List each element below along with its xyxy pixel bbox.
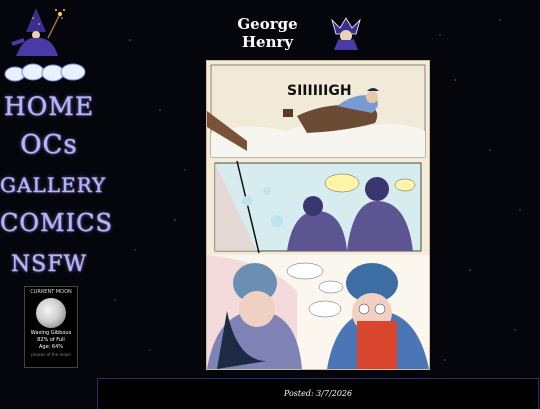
moon-icon [36, 298, 66, 328]
page-title: George Henry [237, 15, 298, 51]
moon-widget-footer: phases of the moon [31, 352, 71, 357]
comic-artwork: SIIIIIIGH [207, 61, 429, 369]
moon-age-label: Age: 64% [38, 344, 64, 350]
moon-percent-label: 82% of Full [37, 337, 65, 343]
nav-comics-link[interactable]: COMICS [0, 209, 112, 237]
moon-phase-widget[interactable]: CURRENT MOON Waxing Gibbous 82% of Full … [24, 286, 78, 368]
nav-nsfw-link[interactable]: NSFW [0, 252, 98, 277]
comic-page-image[interactable]: SIIIIIIGH [206, 60, 430, 370]
cloud-logo-icon [4, 63, 86, 82]
nav-home-link[interactable]: HOME [0, 92, 98, 121]
post-footer-bar: Posted: 3/7/2026 [97, 378, 539, 409]
post-date: Posted: 3/7/2026 [283, 389, 353, 398]
comic-sfx-text: SIIIIIIGH [287, 83, 352, 99]
moon-widget-title: CURRENT MOON [30, 289, 72, 295]
nav-ocs-link[interactable]: OCs [0, 130, 98, 160]
wizard-head-icon [331, 17, 361, 50]
sidebar: HOME OCs GALLERY COMICS NSFW CURRENT MOO… [0, 0, 112, 405]
wizard-icon [11, 8, 65, 56]
comic-panel-2 [214, 160, 422, 254]
moon-phase-label: Waxing Gibbous [30, 330, 72, 336]
comic-panel-1: SIIIIIIGH [207, 64, 426, 158]
nav-gallery-link[interactable]: GALLERY [0, 173, 105, 197]
comic-panel-3 [207, 255, 429, 369]
